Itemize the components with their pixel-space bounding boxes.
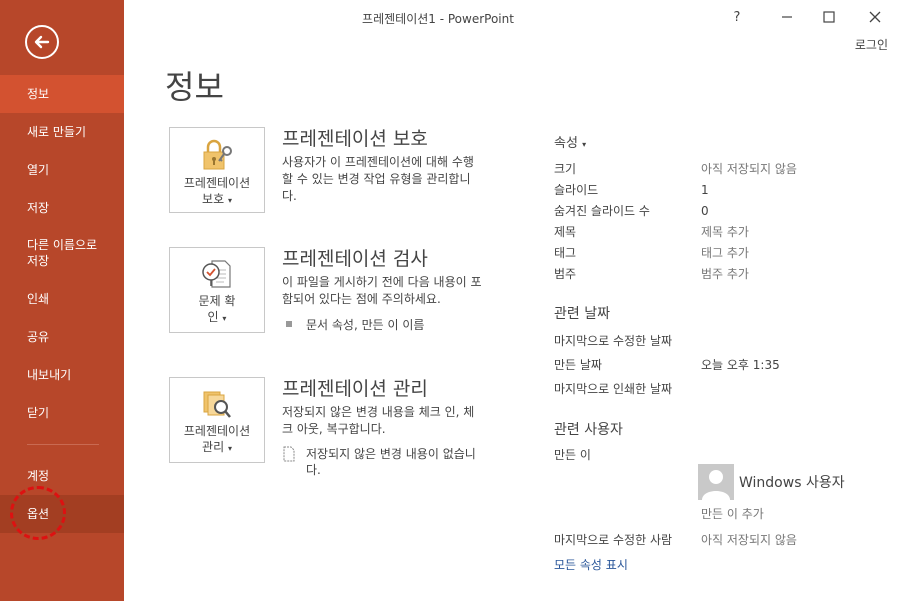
add-category-field[interactable]: 범주 추가 [701, 264, 749, 285]
prop-label: 숨겨진 슬라이드 수 [554, 204, 650, 218]
show-all-properties-row: 모든 속성 표시 [554, 556, 884, 573]
nav-item-save-as[interactable]: 다른 이름으로 저장 [0, 227, 110, 280]
protect-text: 프레젠테이션 보호 사용자가 이 프레젠테이션에 대해 수행할 수 있는 변경 … [282, 127, 482, 205]
protect-tile-label: 프레젠테이션 보호 ▾ [183, 176, 251, 206]
add-title-field[interactable]: 제목 추가 [701, 222, 749, 243]
add-author-field[interactable]: 만든 이 추가 [701, 504, 764, 525]
manage-text: 프레젠테이션 관리 저장되지 않은 변경 내용을 체크 인, 체크 아웃, 복구… [282, 377, 482, 478]
date-label: 마지막으로 수정한 날짜 [554, 334, 673, 348]
bullet-square-icon [286, 321, 292, 327]
date-value: 오늘 오후 1:35 [701, 358, 780, 372]
backstage-sidebar: 정보 새로 만들기 열기 저장 다른 이름으로 저장 인쇄 공유 내보내기 닫기… [0, 0, 124, 601]
back-button[interactable] [25, 25, 59, 59]
manage-presentation-button[interactable]: 프레젠테이션 관리 ▾ [169, 377, 265, 463]
inspect-bullet-text: 문서 속성, 만든 이 이름 [306, 318, 425, 332]
page-title: 정보 [165, 68, 224, 106]
author-user[interactable]: Windows 사용자 [698, 464, 884, 500]
properties-dropdown[interactable]: 속성 ▾ [554, 132, 884, 151]
nav-item-print[interactable]: 인쇄 [0, 280, 124, 318]
last-modified-by-label: 마지막으로 수정한 사람 [554, 533, 673, 547]
manage-bullet-text: 저장되지 않은 변경 내용이 없습니다. [306, 447, 476, 477]
minimize-button[interactable] [768, 4, 806, 30]
prop-label: 크기 [554, 162, 577, 176]
backstage-nav: 정보 새로 만들기 열기 저장 다른 이름으로 저장 인쇄 공유 내보내기 닫기… [0, 75, 124, 533]
prop-value: 아직 저장되지 않음 [701, 162, 797, 176]
inspect-text: 프레젠테이션 검사 이 파일을 게시하기 전에 다음 내용이 포함되어 있다는 … [282, 247, 482, 333]
document-icon [283, 446, 295, 462]
nav-item-close[interactable]: 닫기 [0, 394, 124, 432]
nav-divider [27, 444, 99, 445]
help-button[interactable]: ? [718, 4, 756, 30]
manage-document-icon [203, 391, 231, 418]
related-people-title: 관련 사용자 [554, 422, 623, 438]
check-for-issues-button[interactable]: 문제 확인 ▾ [169, 247, 265, 333]
protect-presentation-button[interactable]: 프레젠테이션 보호 ▾ [169, 127, 265, 213]
inspect-bullet: 문서 속성, 만든 이 이름 [282, 316, 482, 333]
prop-row-title: 제목 제목 추가 [554, 222, 884, 243]
nav-item-new[interactable]: 새로 만들기 [0, 113, 124, 151]
prop-row-categories: 범주 범주 추가 [554, 264, 884, 285]
inspect-title: 프레젠테이션 검사 [282, 248, 428, 270]
related-dates-title: 관련 날짜 [554, 306, 610, 322]
prop-label: 범주 [554, 267, 577, 281]
date-row-modified: 마지막으로 수정한 날짜 [554, 329, 884, 353]
avatar [698, 464, 734, 500]
sign-in-link[interactable]: 로그인 [855, 36, 888, 53]
user-silhouette-icon [698, 464, 734, 500]
close-icon [869, 11, 881, 23]
close-window-button[interactable] [856, 4, 894, 30]
nav-item-account[interactable]: 계정 [0, 457, 124, 495]
minimize-icon [782, 16, 792, 18]
author-row: 만든 이 [554, 445, 884, 466]
last-modified-by-row: 마지막으로 수정한 사람 아직 저장되지 않음 [554, 530, 884, 551]
prop-label: 제목 [554, 225, 577, 239]
maximize-button[interactable] [810, 4, 848, 30]
date-label: 만든 날짜 [554, 358, 602, 372]
date-row-created: 만든 날짜 오늘 오후 1:35 [554, 353, 884, 377]
add-author-row: 만든 이 추가 [554, 504, 884, 525]
prop-row-slides: 슬라이드 1 [554, 180, 884, 201]
manage-description: 저장되지 않은 변경 내용을 체크 인, 체크 아웃, 복구합니다. [282, 405, 475, 436]
show-all-properties-link[interactable]: 모든 속성 표시 [554, 558, 628, 572]
last-modified-by-value: 아직 저장되지 않음 [701, 533, 797, 547]
document-check-icon [202, 260, 231, 288]
nav-item-export[interactable]: 내보내기 [0, 356, 124, 394]
properties-panel: 속성 ▾ 크기 아직 저장되지 않음 슬라이드 1 숨겨진 슬라이드 수 0 제… [554, 132, 884, 573]
manage-tile-label: 프레젠테이션 관리 ▾ [183, 424, 251, 454]
author-label: 만든 이 [554, 448, 591, 462]
prop-label: 슬라이드 [554, 183, 599, 197]
nav-item-share[interactable]: 공유 [0, 318, 124, 356]
prop-value: 1 [701, 183, 709, 197]
protect-description: 사용자가 이 프레젠테이션에 대해 수행할 수 있는 변경 작업 유형을 관리합… [282, 155, 474, 203]
author-name: Windows 사용자 [739, 475, 845, 491]
prop-row-tags: 태그 태그 추가 [554, 243, 884, 264]
manage-title: 프레젠테이션 관리 [282, 378, 428, 400]
nav-item-save[interactable]: 저장 [0, 189, 124, 227]
nav-item-options[interactable]: 옵션 [0, 495, 124, 533]
inspect-description: 이 파일을 게시하기 전에 다음 내용이 포함되어 있다는 점에 주의하세요. [282, 275, 482, 306]
add-tag-field[interactable]: 태그 추가 [701, 243, 749, 264]
protect-title: 프레젠테이션 보호 [282, 128, 428, 150]
inspect-tile-label: 문제 확인 ▾ [198, 294, 236, 324]
date-row-printed: 마지막으로 인쇄한 날짜 [554, 377, 884, 401]
prop-row-hidden-slides: 숨겨진 슬라이드 수 0 [554, 201, 884, 222]
title-bar: 프레젠테이션1 - PowerPoint ? 로그인 [124, 0, 900, 53]
prop-label: 태그 [554, 246, 577, 260]
maximize-icon [823, 11, 835, 23]
back-arrow-icon [34, 35, 50, 49]
date-label: 마지막으로 인쇄한 날짜 [554, 382, 673, 396]
prop-value: 0 [701, 204, 709, 218]
lock-key-icon [203, 139, 232, 170]
nav-item-info[interactable]: 정보 [0, 75, 124, 113]
nav-item-open[interactable]: 열기 [0, 151, 124, 189]
manage-bullet: 저장되지 않은 변경 내용이 없습니다. [282, 446, 482, 478]
prop-row-size: 크기 아직 저장되지 않음 [554, 159, 884, 180]
